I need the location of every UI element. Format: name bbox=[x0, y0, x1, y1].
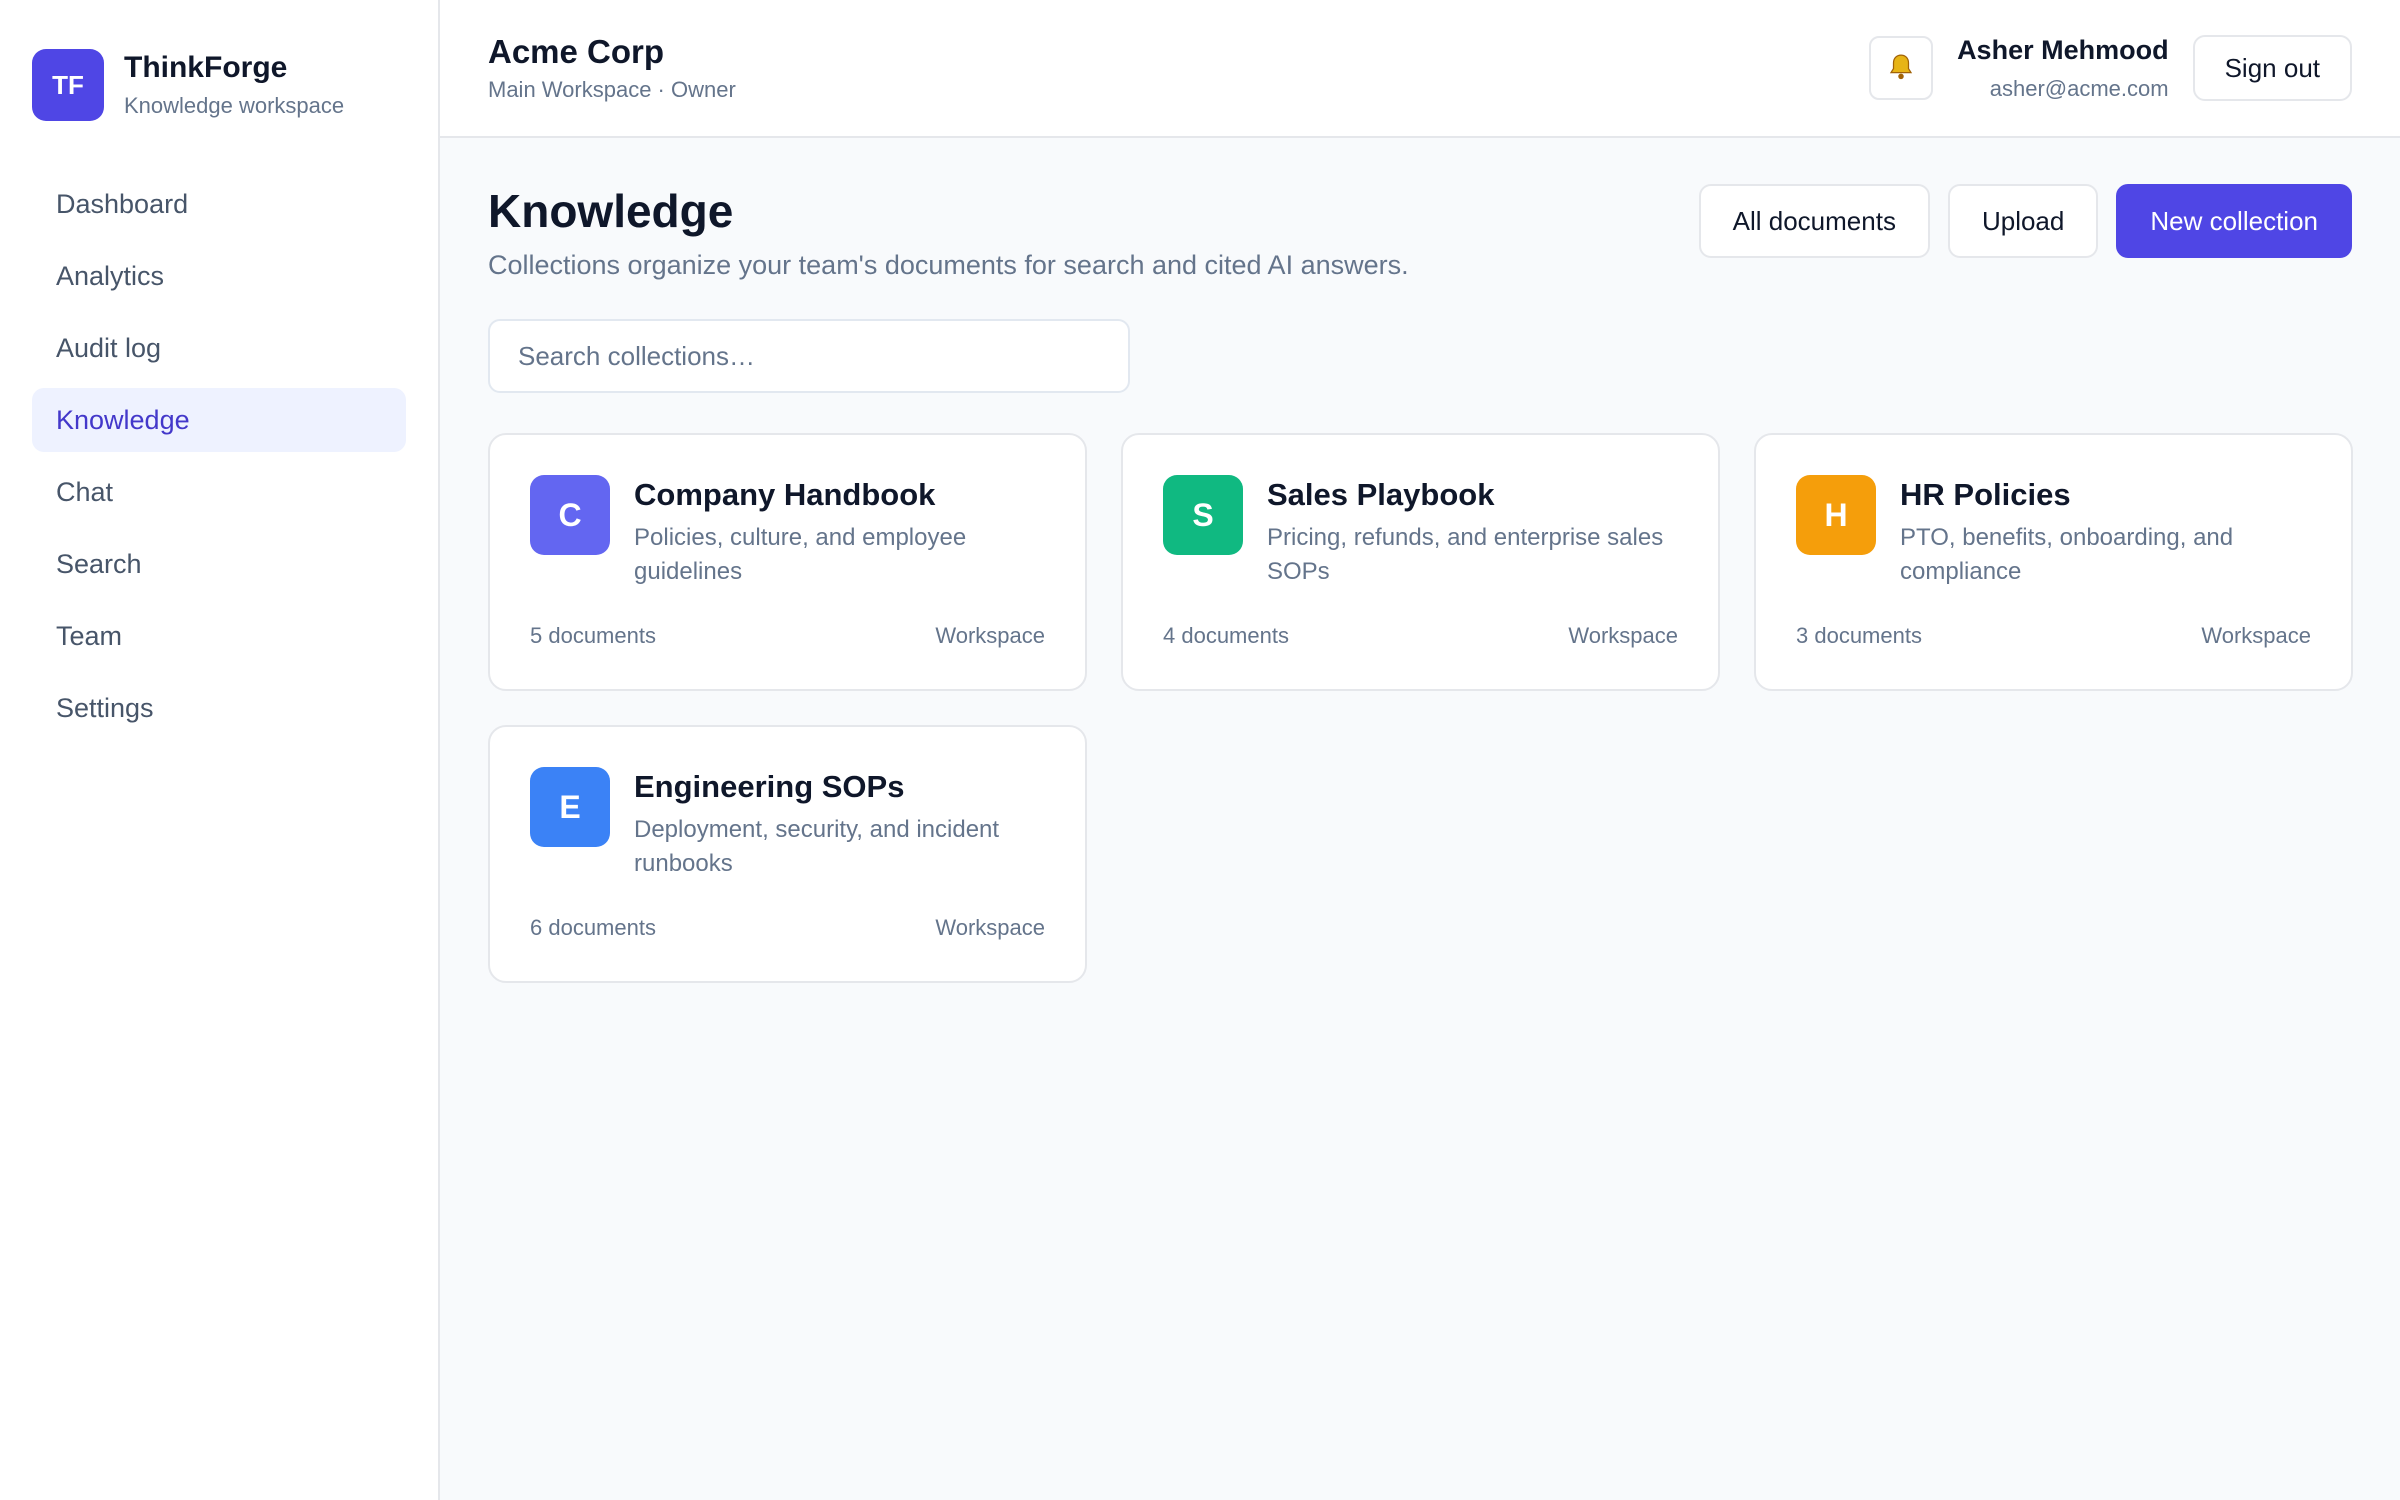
page-subtitle: Collections organize your team's documen… bbox=[488, 250, 1409, 280]
org-name: Acme Corp bbox=[488, 33, 665, 70]
collection-title: Company Handbook bbox=[634, 477, 936, 512]
collection-description: Pricing, refunds, and enterprise sales S… bbox=[1267, 524, 1664, 585]
collection-avatar: S bbox=[1163, 475, 1243, 555]
sign-out-button[interactable]: Sign out bbox=[2192, 35, 2352, 101]
collection-card[interactable]: S Sales Playbook Pricing, refunds, and e… bbox=[1121, 433, 1720, 691]
sidebar-item-settings[interactable]: Settings bbox=[32, 676, 406, 740]
collection-description: Deployment, security, and incident runbo… bbox=[634, 816, 1000, 877]
upload-button[interactable]: Upload bbox=[1947, 184, 2099, 258]
collection-count: 6 documents bbox=[530, 915, 656, 940]
sidebar: TF ThinkForge Knowledge workspace Dashbo… bbox=[0, 0, 440, 1500]
brand-subtitle: Knowledge workspace bbox=[124, 93, 345, 118]
collection-scope: Workspace bbox=[935, 623, 1045, 648]
brand-name: ThinkForge bbox=[124, 51, 288, 84]
app: TF ThinkForge Knowledge workspace Dashbo… bbox=[0, 0, 2400, 1500]
collection-count: 4 documents bbox=[1163, 623, 1289, 648]
new-collection-button[interactable]: New collection bbox=[2116, 184, 2352, 258]
collection-count: 3 documents bbox=[1796, 623, 1922, 648]
sidebar-item-knowledge[interactable]: Knowledge bbox=[32, 388, 406, 452]
notifications-button[interactable] bbox=[1869, 36, 1934, 100]
org-subtitle: Main Workspace · Owner bbox=[488, 77, 736, 102]
collection-avatar: C bbox=[530, 475, 610, 555]
collection-count: 5 documents bbox=[530, 623, 656, 648]
collection-card[interactable]: C Company Handbook Policies, culture, an… bbox=[488, 433, 1087, 691]
collection-title: Sales Playbook bbox=[1267, 477, 1495, 512]
collection-card[interactable]: H HR Policies PTO, benefits, onboarding,… bbox=[1754, 433, 2353, 691]
collection-scope: Workspace bbox=[935, 915, 1045, 940]
topbar: Acme Corp Main Workspace · Owner Asher M… bbox=[440, 0, 2400, 138]
collection-card[interactable]: E Engineering SOPs Deployment, security,… bbox=[488, 725, 1087, 983]
sidebar-item-team[interactable]: Team bbox=[32, 604, 406, 668]
user-name: Asher Mehmood bbox=[1957, 34, 2169, 65]
main: Acme Corp Main Workspace · Owner Asher M… bbox=[440, 0, 2400, 1500]
sidebar-item-analytics[interactable]: Analytics bbox=[32, 244, 406, 308]
user-info: Asher Mehmood asher@acme.com bbox=[1957, 35, 2169, 102]
collection-avatar: H bbox=[1796, 475, 1876, 555]
brand: TF ThinkForge Knowledge workspace bbox=[32, 0, 406, 170]
collection-title: Engineering SOPs bbox=[634, 769, 905, 804]
sidebar-item-chat[interactable]: Chat bbox=[32, 460, 406, 524]
collections-grid: C Company Handbook Policies, culture, an… bbox=[488, 433, 2353, 983]
sidebar-item-search[interactable]: Search bbox=[32, 532, 406, 596]
page-title: Knowledge bbox=[488, 185, 734, 237]
all-documents-button[interactable]: All documents bbox=[1698, 184, 1930, 258]
user-email: asher@acme.com bbox=[1989, 75, 2169, 101]
page-actions: All documents Upload New collection bbox=[1698, 184, 2352, 258]
content: Knowledge Collections organize your team… bbox=[440, 138, 2400, 1029]
collection-description: PTO, benefits, onboarding, and complianc… bbox=[1900, 524, 2234, 585]
sidebar-item-dashboard[interactable]: Dashboard bbox=[32, 172, 406, 236]
collection-scope: Workspace bbox=[1568, 623, 1678, 648]
collection-avatar: E bbox=[530, 767, 610, 847]
collection-description: Policies, culture, and employee guidelin… bbox=[634, 524, 967, 585]
collection-title: HR Policies bbox=[1900, 477, 2071, 512]
org-info: Acme Corp Main Workspace · Owner bbox=[488, 33, 736, 103]
bell-icon bbox=[1886, 52, 1916, 85]
search-collections-input[interactable] bbox=[488, 319, 1130, 393]
collection-scope: Workspace bbox=[2201, 623, 2311, 648]
sidebar-nav: Dashboard Analytics Audit log Knowledge … bbox=[32, 172, 406, 740]
sidebar-item-audit-log[interactable]: Audit log bbox=[32, 316, 406, 380]
brand-logo: TF bbox=[32, 49, 104, 121]
